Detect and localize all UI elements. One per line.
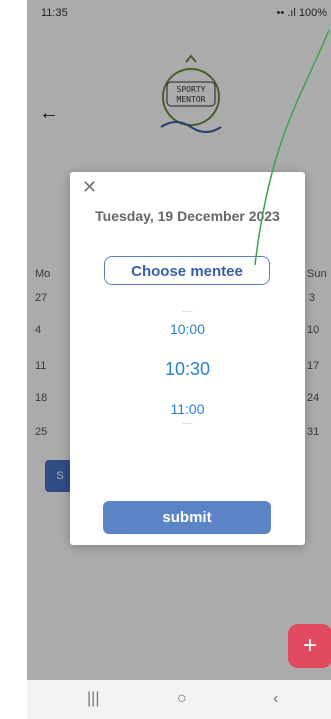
recent-apps-icon[interactable]: ||| [87, 690, 99, 708]
close-icon[interactable]: ✕ [82, 177, 97, 198]
picker-faint-item: ------ [182, 309, 193, 315]
booking-dialog: ✕ Tuesday, 19 December 2023 Choose mente… [70, 172, 305, 545]
time-option-next[interactable]: 11:00 [70, 401, 305, 417]
time-option-prev[interactable]: 10:00 [70, 321, 305, 337]
system-nav-bar: ||| ○ ‹ [27, 680, 331, 719]
home-icon[interactable]: ○ [177, 690, 187, 708]
submit-button[interactable]: submit [103, 501, 271, 534]
choose-mentee-button[interactable]: Choose mentee [104, 256, 270, 285]
dialog-date-title: Tuesday, 19 December 2023 [95, 208, 280, 224]
picker-faint-item: ------ [182, 421, 193, 427]
time-option-selected[interactable]: 10:30 [70, 359, 305, 380]
add-fab-button[interactable]: + [288, 624, 331, 668]
back-nav-icon[interactable]: ‹ [273, 690, 278, 708]
